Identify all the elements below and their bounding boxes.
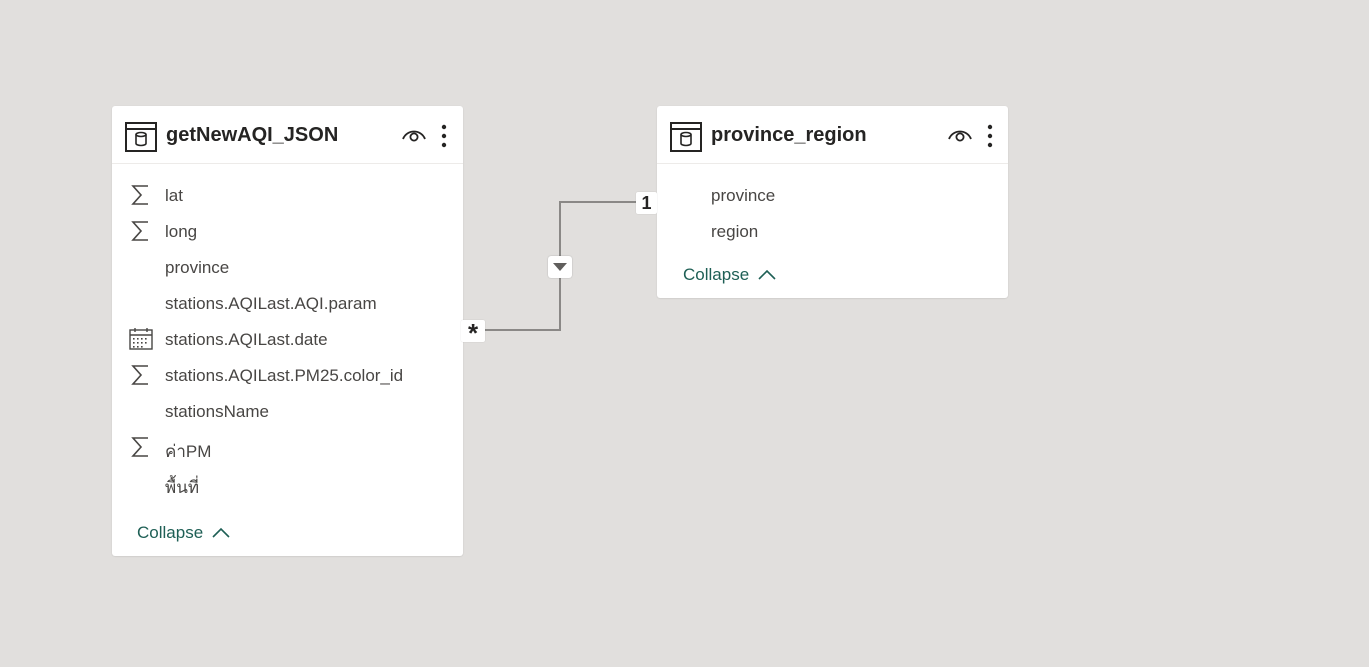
more-options-icon[interactable] — [440, 124, 448, 148]
sigma-icon — [131, 365, 148, 385]
cross-filter-direction-button[interactable] — [548, 256, 572, 278]
field-row[interactable]: stations.AQILast.AQI.param — [112, 286, 463, 322]
table-title: province_region — [711, 124, 867, 146]
cardinality-one-label: 1 — [641, 193, 652, 213]
chevron-up-icon — [758, 269, 776, 280]
model-canvas[interactable]: getNewAQI_JSON lat long province station… — [0, 0, 1369, 667]
collapse-label: Collapse — [683, 265, 750, 284]
sigma-icon — [131, 437, 148, 457]
field-row[interactable]: long — [112, 214, 463, 250]
field-label: ค่าPM — [165, 442, 212, 461]
triangle-down-icon — [553, 263, 567, 271]
chevron-up-icon — [212, 527, 230, 538]
calendar-icon — [129, 328, 153, 350]
field-row[interactable]: stationsName — [112, 394, 463, 430]
field-label: lat — [165, 186, 183, 205]
eye-icon[interactable] — [947, 126, 973, 144]
field-row[interactable]: พื้นที่ — [112, 466, 463, 502]
field-label: province — [711, 186, 776, 205]
collapse-button[interactable]: Collapse — [683, 265, 776, 285]
table-card-getnewaqi-json[interactable]: getNewAQI_JSON lat long province station… — [112, 106, 463, 556]
field-label: region — [711, 222, 759, 241]
field-label: province — [165, 258, 230, 277]
field-label: stations.AQILast.date — [165, 330, 328, 349]
field-list: province region — [657, 178, 1008, 250]
eye-icon[interactable] — [401, 126, 427, 144]
field-row[interactable]: lat — [112, 178, 463, 214]
field-label: long — [165, 222, 198, 241]
cardinality-many-marker: * — [461, 320, 485, 346]
field-row[interactable]: ค่าPM — [112, 430, 463, 466]
field-row[interactable]: stations.AQILast.date — [112, 322, 463, 358]
sigma-icon — [131, 185, 148, 205]
table-header[interactable]: province_region — [657, 106, 1008, 164]
field-row[interactable]: province — [657, 178, 1008, 214]
field-row[interactable]: province — [112, 250, 463, 286]
table-header[interactable]: getNewAQI_JSON — [112, 106, 463, 164]
table-title: getNewAQI_JSON — [166, 124, 339, 146]
table-icon — [670, 122, 702, 152]
cardinality-many-label: * — [467, 318, 479, 348]
more-options-icon[interactable] — [986, 124, 994, 148]
field-list: lat long province stations.AQILast.AQI.p… — [112, 178, 463, 502]
field-row[interactable]: stations.AQILast.PM25.color_id — [112, 358, 463, 394]
collapse-label: Collapse — [137, 523, 204, 542]
table-icon — [125, 122, 157, 152]
field-label: stations.AQILast.AQI.param — [165, 294, 377, 313]
collapse-button[interactable]: Collapse — [137, 523, 230, 543]
cardinality-one-marker: 1 — [636, 192, 657, 214]
sigma-icon — [131, 221, 148, 241]
field-label: พื้นที่ — [165, 478, 200, 497]
table-card-province-region[interactable]: province_region province region Collapse — [657, 106, 1008, 298]
field-label: stations.AQILast.PM25.color_id — [165, 366, 404, 385]
field-row[interactable]: region — [657, 214, 1008, 250]
field-label: stationsName — [165, 402, 269, 421]
